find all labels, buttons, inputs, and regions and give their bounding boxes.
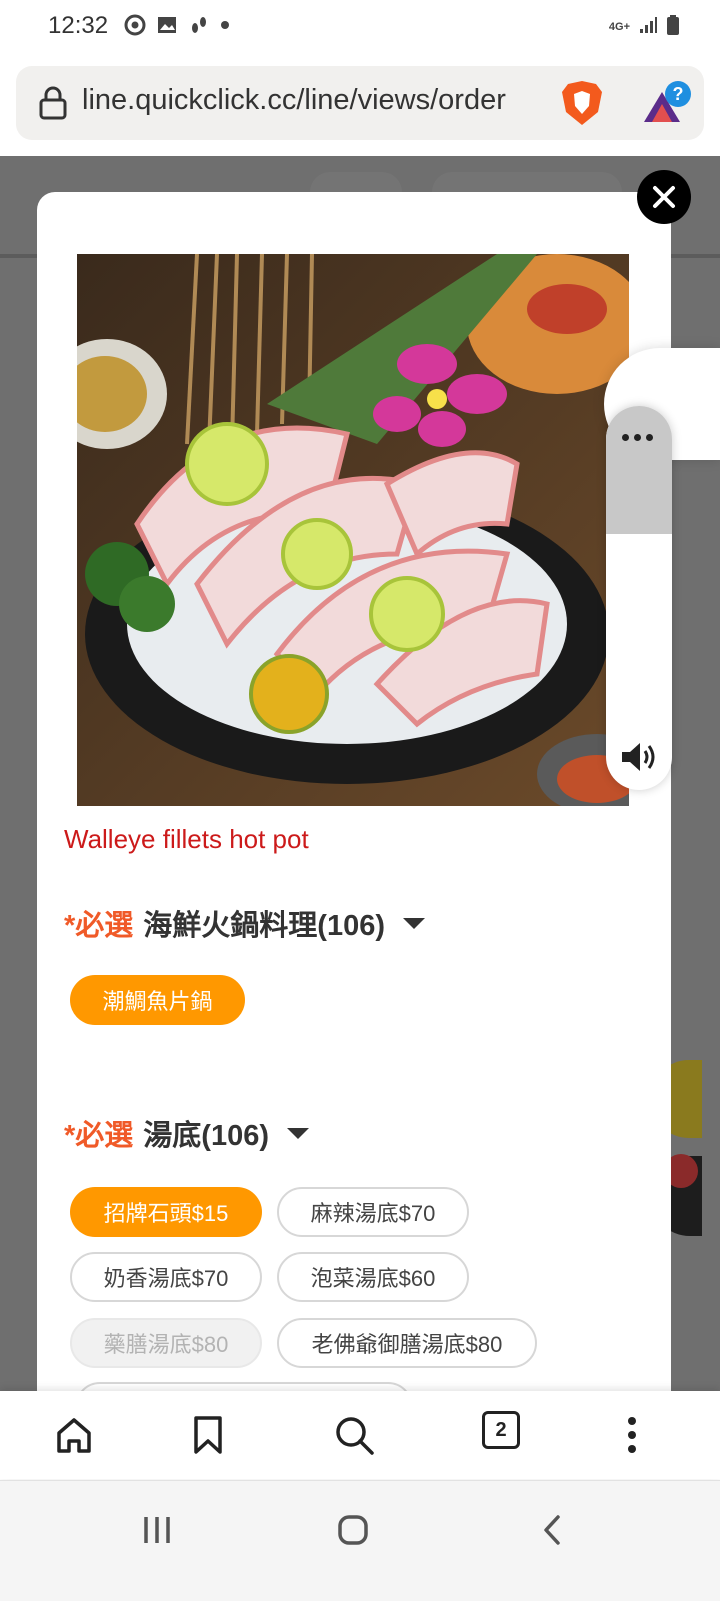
chevron-down-icon[interactable] [287,1127,309,1139]
option-chip[interactable]: 潮鯛魚片鍋 [70,975,245,1025]
option-chip[interactable]: 泡菜湯底$60 [277,1252,469,1302]
more-icon[interactable] [610,1413,654,1457]
option-group-name: 湯底(106) [143,1120,269,1152]
search-icon[interactable] [332,1413,376,1457]
battery-icon [666,14,680,41]
option-chip[interactable]: 老佛爺御膳湯底$80 [277,1318,537,1368]
address-bar[interactable]: line.quickclick.cc/line/views/order ? [16,66,704,140]
tabs-button[interactable]: 2 [482,1411,520,1449]
chevron-down-icon[interactable] [403,917,425,929]
required-marker: *必選 [64,910,134,942]
media-menu-area[interactable] [606,406,672,534]
home-icon[interactable] [52,1413,96,1457]
brave-rewards-icon[interactable]: ? [640,78,694,137]
close-button[interactable] [637,170,691,224]
option-chip[interactable]: 招牌石頭$15 [70,1187,262,1237]
footprints-icon [188,14,210,41]
item-options-modal: Walleye fillets hot pot *必選 海鮮火鍋料理(106) … [37,192,671,1420]
option-chip[interactable]: 麻辣湯底$70 [277,1187,469,1237]
dot-icon [220,14,230,41]
option-group-title[interactable]: *必選 海鮮火鍋料理(106) [64,902,425,944]
svg-text:?: ? [673,84,684,104]
browser-toolbar: line.quickclick.cc/line/views/order ? [0,54,720,156]
chrome-icon [124,14,146,41]
lock-icon[interactable] [38,86,68,125]
option-chip[interactable]: 奶香湯底$70 [70,1252,262,1302]
required-marker: *必選 [64,1120,134,1152]
brave-shield-icon[interactable] [558,78,606,133]
option-chip-disabled: 藥膳湯底$80 [70,1318,262,1368]
volume-icon[interactable] [620,740,658,779]
url-text[interactable]: line.quickclick.cc/line/views/order [82,84,556,117]
gallery-icon [156,14,178,41]
item-name: Walleye fillets hot pot [64,824,309,854]
floating-media-panel [606,406,672,790]
status-bar: 12:32 4G+ [0,0,720,54]
signal-icon [638,15,658,40]
system-icons: 4G+ [609,14,680,41]
close-icon [653,186,675,208]
option-group-name: 海鮮火鍋料理(106) [143,910,385,942]
home-nav-icon[interactable] [336,1513,370,1552]
more-dots-icon[interactable] [622,434,653,441]
status-time: 12:32 [48,12,109,39]
browser-bottom-bar: 2 [0,1391,720,1479]
back-icon[interactable] [536,1513,570,1552]
bookmark-icon[interactable] [186,1413,230,1457]
system-nav-bar [0,1480,720,1601]
option-group-title[interactable]: *必選 湯底(106) [64,1112,309,1154]
notification-icons [124,14,230,41]
food-photo [77,254,629,806]
network-label: 4G+ [608,21,630,33]
recent-apps-icon[interactable] [140,1513,174,1552]
